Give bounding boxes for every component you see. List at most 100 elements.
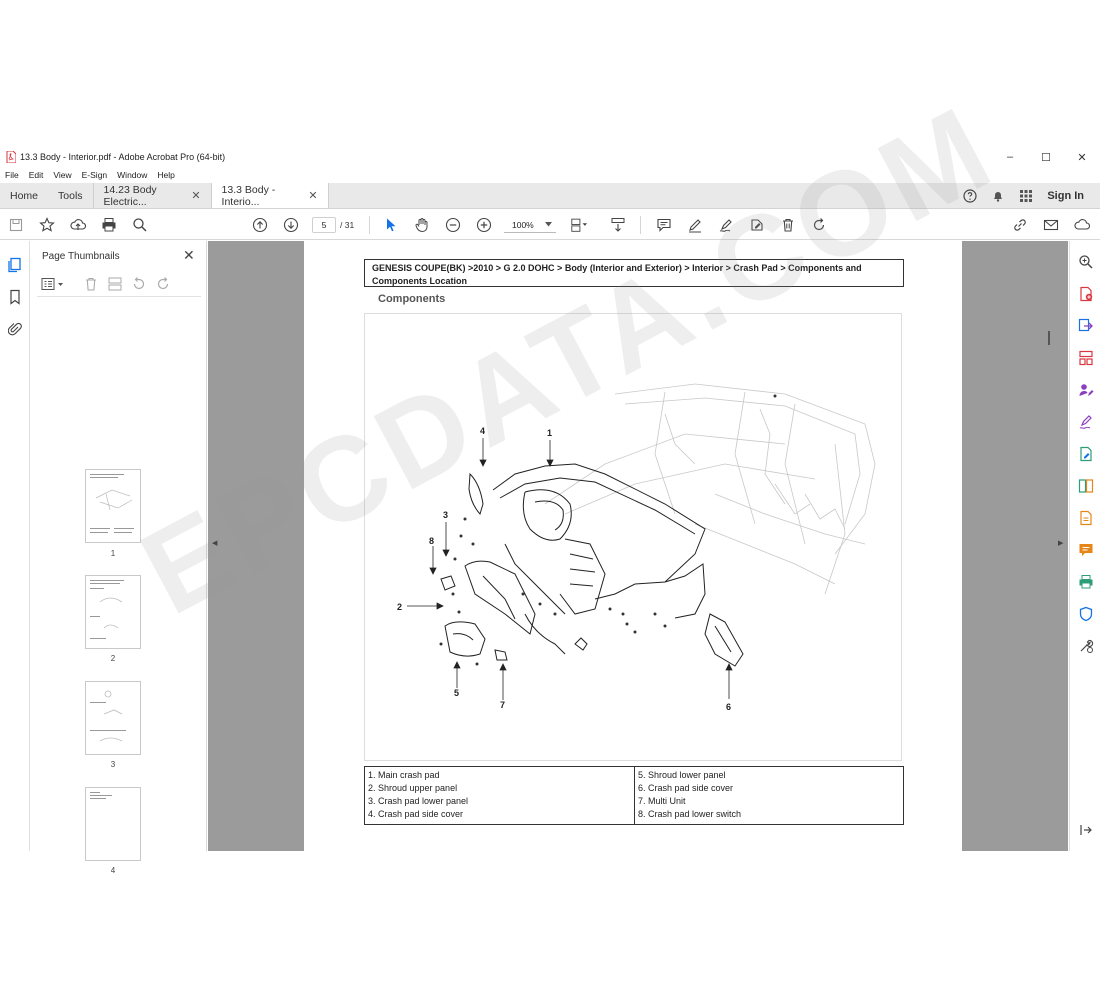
- page-number-input[interactable]: 5: [312, 217, 336, 233]
- close-tab-icon[interactable]: ✕: [191, 189, 200, 202]
- thumbnail-options-menu-icon[interactable]: [41, 276, 67, 292]
- menu-esign[interactable]: E-Sign: [77, 168, 113, 182]
- close-tab-icon[interactable]: ✕: [308, 189, 317, 202]
- page-thumbnails-icon[interactable]: [7, 257, 23, 273]
- scan-ocr-icon[interactable]: [1077, 509, 1094, 526]
- tab-tools[interactable]: Tools: [48, 183, 93, 208]
- star-bookmark-icon[interactable]: [38, 216, 56, 234]
- callout-3: 3: [443, 510, 448, 520]
- export-pdf-icon[interactable]: [1077, 317, 1094, 334]
- toolbar-divider: [640, 216, 641, 234]
- fill-and-sign-icon[interactable]: [1077, 413, 1094, 430]
- combine-files-icon[interactable]: [1077, 477, 1094, 494]
- main-toolbar: 5 / 31 100%: [0, 210, 1100, 240]
- collapse-right-panel-icon[interactable]: ▶: [1058, 539, 1063, 547]
- document-scrollbar-thumb[interactable]: [1048, 331, 1050, 345]
- delete-page-icon[interactable]: [83, 276, 99, 292]
- rotate-clockwise-icon[interactable]: [155, 276, 171, 292]
- page-layout-icon[interactable]: [570, 216, 588, 234]
- help-icon[interactable]: [963, 188, 977, 203]
- fill-sign-icon[interactable]: [748, 216, 766, 234]
- collapse-tools-pane-icon[interactable]: [1077, 821, 1094, 838]
- tab-home[interactable]: Home: [0, 183, 48, 208]
- chevron-down-icon: [545, 222, 552, 227]
- title-bar: 13.3 Body - Interior.pdf - Adobe Acrobat…: [0, 146, 1100, 168]
- zoom-out-icon[interactable]: [444, 216, 462, 234]
- edit-pdf-icon[interactable]: [1077, 445, 1094, 462]
- organize-pages-icon[interactable]: [107, 276, 123, 292]
- print-icon[interactable]: [100, 216, 118, 234]
- rotate-counterclockwise-icon[interactable]: [131, 276, 147, 292]
- attachment-paperclip-icon[interactable]: [7, 321, 23, 337]
- maximize-button[interactable]: ☐: [1028, 146, 1064, 168]
- search-tools-icon[interactable]: [1077, 253, 1094, 270]
- rotate-icon[interactable]: [810, 216, 828, 234]
- right-tools-rail: [1069, 241, 1100, 851]
- legend-item: 6. Crash pad side cover: [638, 783, 734, 793]
- menu-bar: File Edit View E-Sign Window Help: [0, 168, 180, 182]
- highlight-pen-icon[interactable]: [686, 216, 704, 234]
- tab-label: 14.23 Body Electric...: [103, 183, 157, 208]
- next-page-icon[interactable]: [282, 216, 300, 234]
- thumbnail-toolbar: [37, 271, 201, 297]
- protect-shield-icon[interactable]: [1077, 605, 1094, 622]
- menu-window[interactable]: Window: [112, 168, 152, 182]
- more-tools-icon[interactable]: [1077, 637, 1094, 654]
- tab-label: 13.3 Body - Interio...: [221, 183, 276, 208]
- toolbar-divider: [369, 216, 370, 234]
- close-window-button[interactable]: ✕: [1064, 146, 1100, 168]
- cloud-sync-icon[interactable]: [1073, 216, 1091, 234]
- legend-item: 7. Multi Unit: [638, 796, 686, 806]
- previous-page-icon[interactable]: [251, 216, 269, 234]
- scroll-mode-icon[interactable]: [609, 216, 627, 234]
- tab-document-interior[interactable]: 13.3 Body - Interio... ✕: [210, 183, 329, 208]
- minimize-button[interactable]: –: [992, 146, 1028, 168]
- select-cursor-icon[interactable]: [382, 216, 400, 234]
- zoom-level-select[interactable]: 100%: [504, 217, 556, 233]
- menu-edit[interactable]: Edit: [24, 168, 49, 182]
- page-thumbnail[interactable]: [85, 681, 141, 755]
- menu-help[interactable]: Help: [152, 168, 179, 182]
- print-production-icon[interactable]: [1077, 573, 1094, 590]
- email-icon[interactable]: [1042, 216, 1060, 234]
- thumbnail-page-number: 4: [110, 866, 116, 875]
- delete-trash-icon[interactable]: [779, 216, 797, 234]
- menu-view[interactable]: View: [48, 168, 76, 182]
- document-viewport[interactable]: ◀ GENESIS COUPE(BK) >2010 > G 2.0 DOHC >…: [208, 241, 1068, 851]
- bookmark-icon[interactable]: [7, 289, 23, 305]
- upload-cloud-icon[interactable]: [69, 216, 87, 234]
- tab-document-electrical[interactable]: 14.23 Body Electric... ✕: [92, 183, 211, 208]
- menu-file[interactable]: File: [0, 168, 24, 182]
- legend-item: 4. Crash pad side cover: [368, 809, 464, 819]
- legend-item: 1. Main crash pad: [368, 770, 440, 780]
- organize-pages-tool-icon[interactable]: [1077, 349, 1094, 366]
- thumbnail-page-number: 2: [110, 654, 116, 663]
- hand-tool-icon[interactable]: [413, 216, 431, 234]
- draw-signature-icon[interactable]: [717, 216, 735, 234]
- create-pdf-icon[interactable]: [1077, 285, 1094, 302]
- comment-tool-icon[interactable]: [1077, 541, 1094, 558]
- callout-4: 4: [480, 426, 485, 436]
- sign-in-button[interactable]: Sign In: [1047, 190, 1084, 202]
- link-share-icon[interactable]: [1011, 216, 1029, 234]
- request-signature-icon[interactable]: [1077, 381, 1094, 398]
- zoom-in-icon[interactable]: [475, 216, 493, 234]
- notification-bell-icon[interactable]: [991, 189, 1005, 203]
- page-thumbnail[interactable]: [85, 575, 141, 649]
- apps-grid-icon[interactable]: [1019, 189, 1033, 203]
- search-zoom-icon[interactable]: [131, 216, 149, 234]
- components-legend-table: 1. Main crash pad 2. Shroud upper panel …: [364, 766, 904, 825]
- legend-item: 2. Shroud upper panel: [368, 783, 458, 793]
- save-icon[interactable]: [7, 216, 25, 234]
- callout-5: 5: [454, 688, 459, 698]
- page-thumbnail[interactable]: [85, 787, 141, 861]
- close-panel-icon[interactable]: ✕: [183, 247, 195, 264]
- legend-column-left: 1. Main crash pad 2. Shroud upper panel …: [365, 767, 634, 824]
- collapse-left-panel-icon[interactable]: ◀: [212, 539, 217, 547]
- legend-column-right: 5. Shroud lower panel 6. Crash pad side …: [634, 767, 903, 824]
- legend-item: 5. Shroud lower panel: [638, 770, 726, 780]
- page-thumbnail[interactable]: [85, 469, 141, 543]
- thumbnail-page-number: 3: [110, 760, 116, 769]
- window-title: 13.3 Body - Interior.pdf - Adobe Acrobat…: [20, 152, 226, 162]
- comment-icon[interactable]: [655, 216, 673, 234]
